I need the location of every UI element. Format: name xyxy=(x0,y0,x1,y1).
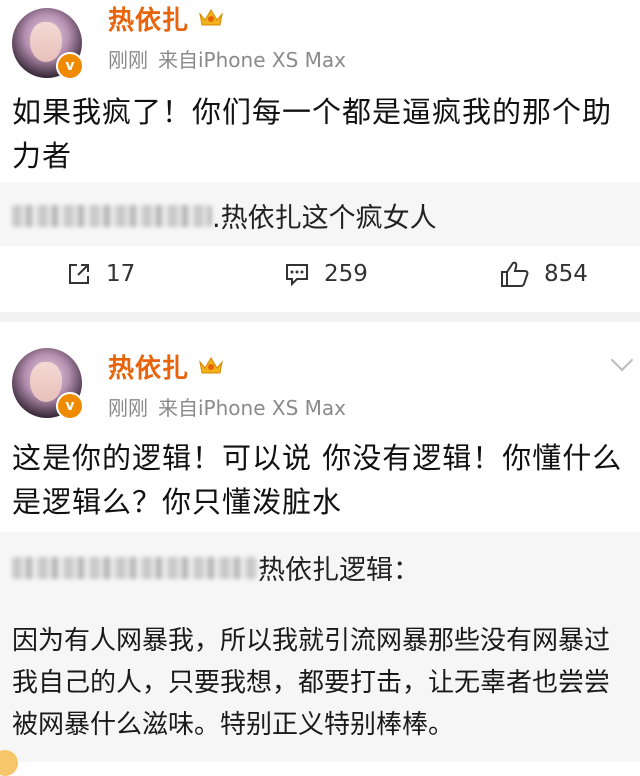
repost-count: 17 xyxy=(106,261,136,287)
avatar-face xyxy=(30,362,62,402)
weibo-post: v 热依扎 刚刚 来自iPhone XS Max 这是你的逻辑！可以说 你没有逻辑… xyxy=(0,322,640,776)
quote-line: 热依扎逻辑： xyxy=(12,548,420,587)
verified-badge-icon: v xyxy=(56,52,84,80)
avatar[interactable]: v xyxy=(12,348,84,420)
weibo-post: v 热依扎 刚刚 来自iPhone XS Max 如果我疯了！你们每一个都是逼疯我… xyxy=(0,0,640,312)
author-name[interactable]: 热依扎 xyxy=(108,0,189,37)
post-time: 刚刚 xyxy=(108,48,148,72)
repost-icon xyxy=(69,264,89,284)
quote-line: .热依扎这个疯女人 xyxy=(12,196,437,235)
comment-count: 259 xyxy=(324,261,368,287)
crown-icon xyxy=(199,9,223,26)
verified-badge-icon: v xyxy=(56,392,84,420)
post-meta: 刚刚 来自iPhone XS Max xyxy=(108,392,356,421)
post-source: 来自iPhone XS Max xyxy=(158,396,346,420)
avatar-face xyxy=(30,22,62,62)
comment-button[interactable]: 259 xyxy=(284,252,368,296)
action-bar: 17 259 854 xyxy=(0,252,640,296)
like-icon xyxy=(501,261,529,287)
quoted-comment[interactable]: 热依扎逻辑： 因为有人网暴我，所以我就引流网暴那些没有网暴过我自己的人，只要我想… xyxy=(0,532,640,776)
like-button[interactable]: 854 xyxy=(500,252,588,296)
quoted-comment[interactable]: .热依扎这个疯女人 xyxy=(0,182,640,246)
post-source: 来自iPhone XS Max xyxy=(158,48,346,72)
blurred-username xyxy=(12,204,212,227)
quote-body: 因为有人网暴我，所以我就引流网暴那些没有网暴过我自己的人，只要我想，都要打击，让… xyxy=(12,626,611,740)
crown-icon xyxy=(199,357,223,374)
post-divider xyxy=(0,312,640,322)
quote-text: 热依扎逻辑： xyxy=(258,555,420,586)
quote-text: .热依扎这个疯女人 xyxy=(212,203,437,234)
blurred-username xyxy=(12,556,258,579)
post-text: 这是你的逻辑！可以说 你没有逻辑！你懂什么是逻辑么？你只懂泼脏水 xyxy=(12,441,623,519)
comment-icon xyxy=(286,264,308,287)
repost-button[interactable]: 17 xyxy=(66,252,135,296)
thumbs-up-emoji-icon xyxy=(0,750,18,776)
post-text: 如果我疯了！你们每一个都是逼疯我的那个助力者 xyxy=(12,95,613,173)
like-count: 854 xyxy=(544,261,588,287)
avatar[interactable]: v xyxy=(12,8,84,80)
chevron-down-icon[interactable] xyxy=(610,348,634,372)
post-meta: 刚刚 来自iPhone XS Max xyxy=(108,44,356,73)
post-time: 刚刚 xyxy=(108,396,148,420)
author-name[interactable]: 热依扎 xyxy=(108,348,189,385)
